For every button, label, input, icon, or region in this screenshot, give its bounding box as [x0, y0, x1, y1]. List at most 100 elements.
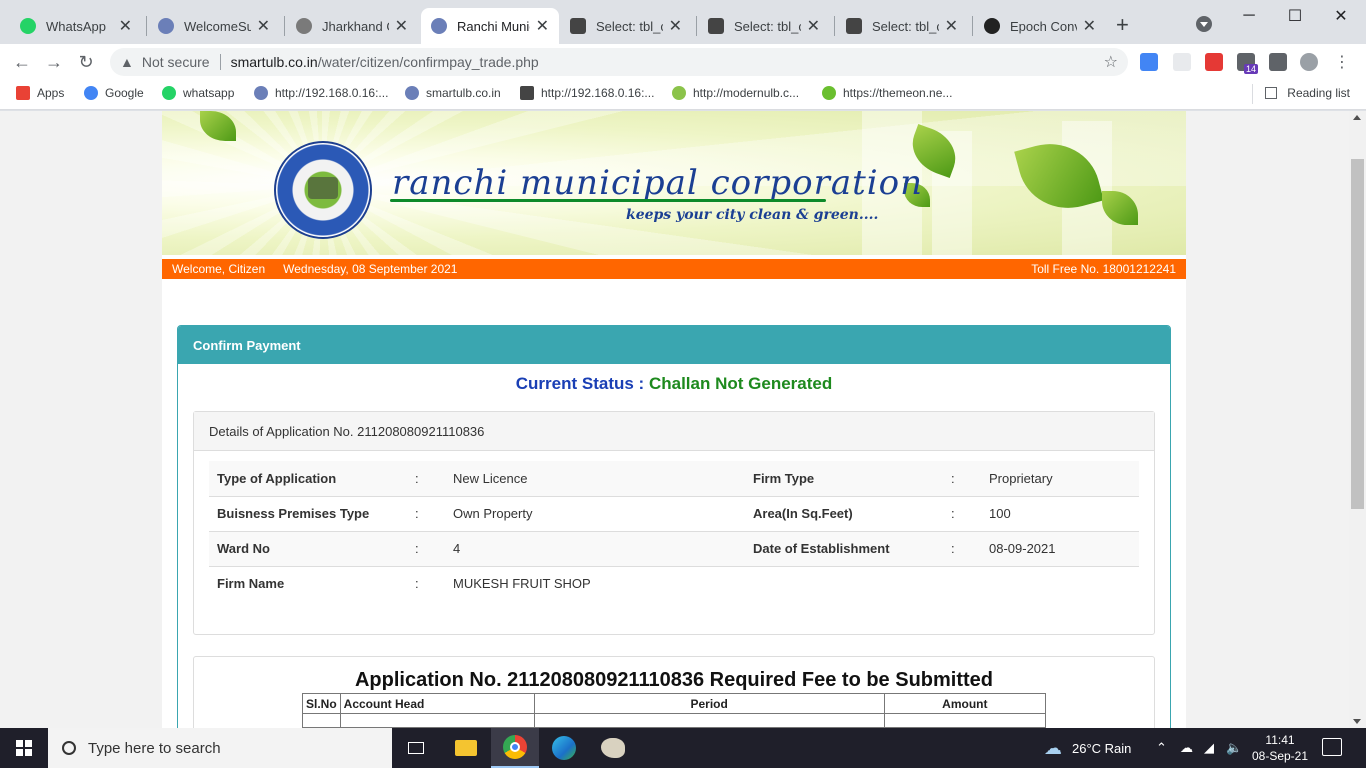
tab-search-icon[interactable]	[1196, 16, 1212, 32]
tab-select-2[interactable]: Select: tbl_co ✕	[698, 8, 830, 44]
address-bar[interactable]: ▲ Not secure smartulb.co.in /water/citiz…	[110, 48, 1128, 76]
file-explorer-button[interactable]	[442, 728, 490, 768]
tab-welcomesupe[interactable]: WelcomeSupe ✕	[148, 8, 280, 44]
bookmark-modernulb[interactable]: http://modernulb.c...	[672, 86, 799, 100]
application-details: Details of Application No. 2112080809211…	[193, 411, 1155, 635]
show-hidden-icons-button[interactable]: ⌃	[1156, 728, 1167, 768]
profile-avatar[interactable]	[1300, 53, 1318, 71]
reload-button[interactable]: ↻	[74, 50, 98, 74]
tab-select-3[interactable]: Select: tbl_co ✕	[836, 8, 968, 44]
site-favicon-icon	[296, 18, 312, 34]
back-button[interactable]: ←	[10, 50, 34, 74]
tab-select-1[interactable]: Select: tbl_co ✕	[560, 8, 692, 44]
toll-free-number: Toll Free No. 18001212241	[1031, 262, 1176, 276]
apps-grid-icon	[16, 86, 30, 100]
minimize-button[interactable]: ─	[1226, 0, 1272, 32]
close-icon[interactable]: ✕	[807, 16, 820, 36]
database-icon	[520, 86, 534, 100]
windows-logo-icon	[16, 740, 32, 756]
tab-ranchi-active[interactable]: Ranchi Munic ✕	[421, 8, 559, 44]
column-header: Account Head	[339, 693, 535, 714]
task-view-icon	[408, 742, 424, 754]
table-row: Type of Application : New Licence Firm T…	[209, 461, 1139, 496]
close-window-button[interactable]: ✕	[1318, 0, 1364, 32]
brand-tagline: keeps your city clean & green....	[626, 207, 879, 223]
database-icon	[708, 18, 724, 34]
status-value: Challan Not Generated	[648, 374, 833, 393]
rmc-seal-logo	[274, 141, 372, 239]
fee-section: Application No. 211208080921110836 Requi…	[193, 656, 1155, 728]
close-icon[interactable]: ✕	[119, 16, 132, 36]
bookmark-local-2[interactable]: http://192.168.0.16:...	[520, 86, 654, 100]
bookmark-google[interactable]: Google	[84, 86, 144, 100]
field-label: Date of Establishment	[745, 530, 943, 566]
tab-whatsapp[interactable]: WhatsApp ✕	[10, 8, 142, 44]
page-content: ranchi municipal corporation keeps your …	[162, 111, 1186, 728]
field-value: Own Property	[445, 495, 745, 531]
current-status: Current Status : Challan Not Generated	[178, 374, 1170, 394]
onedrive-icon[interactable]: ☁	[1180, 728, 1193, 768]
bookmark-apps[interactable]: Apps	[16, 86, 64, 100]
field-label: Type of Application	[209, 461, 407, 496]
site-favicon-icon	[431, 18, 447, 34]
details-table: Type of Application : New Licence Firm T…	[209, 461, 1139, 601]
notification-icon[interactable]	[1322, 738, 1342, 756]
tab-jharkhand[interactable]: Jharkhand Go ✕	[286, 8, 418, 44]
dice-icon[interactable]	[1205, 53, 1223, 71]
scroll-up-icon[interactable]	[1353, 115, 1361, 120]
taskbar-search[interactable]: Type here to search	[48, 728, 392, 768]
tab-epoch[interactable]: Epoch Conve ✕	[974, 8, 1106, 44]
weather-widget[interactable]: ☁ 26°C Rain	[1044, 728, 1131, 768]
new-tab-button[interactable]: +	[1116, 14, 1129, 36]
paint-taskbar-button[interactable]	[589, 728, 637, 768]
extension-icon[interactable]	[1173, 53, 1191, 71]
site-banner: ranchi municipal corporation keeps your …	[162, 111, 1186, 255]
menu-icon[interactable]: ⋮	[1330, 50, 1354, 74]
chrome-taskbar-button[interactable]	[491, 728, 539, 768]
confirm-payment-panel: Confirm Payment Current Status : Challan…	[177, 325, 1171, 728]
close-icon[interactable]: ✕	[536, 16, 549, 36]
close-icon[interactable]: ✕	[1083, 16, 1096, 36]
bookmark-whatsapp[interactable]: whatsapp	[162, 86, 234, 100]
start-button[interactable]	[0, 728, 48, 768]
close-icon[interactable]: ✕	[395, 16, 408, 36]
scroll-thumb[interactable]	[1351, 159, 1364, 509]
task-view-button[interactable]	[392, 728, 440, 768]
bookmark-local-1[interactable]: http://192.168.0.16:...	[254, 86, 388, 100]
edge-icon	[552, 736, 576, 760]
forward-button[interactable]: →	[42, 50, 66, 74]
bookmark-smartulb[interactable]: smartulb.co.in	[405, 86, 501, 100]
close-icon[interactable]: ✕	[669, 16, 682, 36]
tab-title: Select: tbl_co	[734, 18, 801, 34]
field-value: MUKESH FRUIT SHOP	[445, 565, 745, 601]
site-favicon-icon	[158, 18, 174, 34]
network-icon[interactable]: ◢	[1204, 728, 1214, 768]
bookmark-star-icon[interactable]: ☆	[1104, 52, 1118, 72]
close-icon[interactable]: ✕	[945, 16, 958, 36]
database-icon	[846, 18, 862, 34]
windows-taskbar: Type here to search ☁ 26°C Rain ⌃ ☁ ◢ 🔈 …	[0, 728, 1366, 768]
folder-icon	[455, 740, 477, 756]
volume-muted-icon[interactable]: 🔈	[1226, 728, 1242, 768]
translate-icon[interactable]	[1140, 53, 1158, 71]
scroll-down-icon[interactable]	[1353, 719, 1361, 724]
tab-title: Ranchi Munic	[457, 18, 530, 34]
info-bar: Welcome, Citizen Wednesday, 08 September…	[162, 259, 1186, 279]
close-icon[interactable]: ✕	[257, 16, 270, 36]
panel-title: Confirm Payment	[178, 326, 1170, 364]
whatsapp-icon	[20, 18, 36, 34]
column-header: Sl.No	[302, 693, 341, 714]
column-header: Amount	[883, 693, 1047, 714]
puzzle-icon[interactable]	[1269, 53, 1287, 71]
field-value: 4	[445, 530, 745, 566]
system-clock[interactable]: 11:41 08-Sep-21	[1248, 732, 1312, 764]
reading-list-button[interactable]: Reading list	[1265, 86, 1350, 100]
extension-badge: 14	[1244, 64, 1259, 74]
edge-taskbar-button[interactable]	[540, 728, 588, 768]
chevron-up-icon: ⌃	[1156, 740, 1167, 755]
vertical-scrollbar[interactable]	[1349, 111, 1366, 728]
bookmark-themeon[interactable]: https://themeon.ne...	[822, 86, 952, 100]
security-label[interactable]: Not secure	[142, 54, 210, 70]
maximize-button[interactable]: ☐	[1272, 0, 1318, 32]
weather-text: 26°C Rain	[1072, 740, 1132, 756]
